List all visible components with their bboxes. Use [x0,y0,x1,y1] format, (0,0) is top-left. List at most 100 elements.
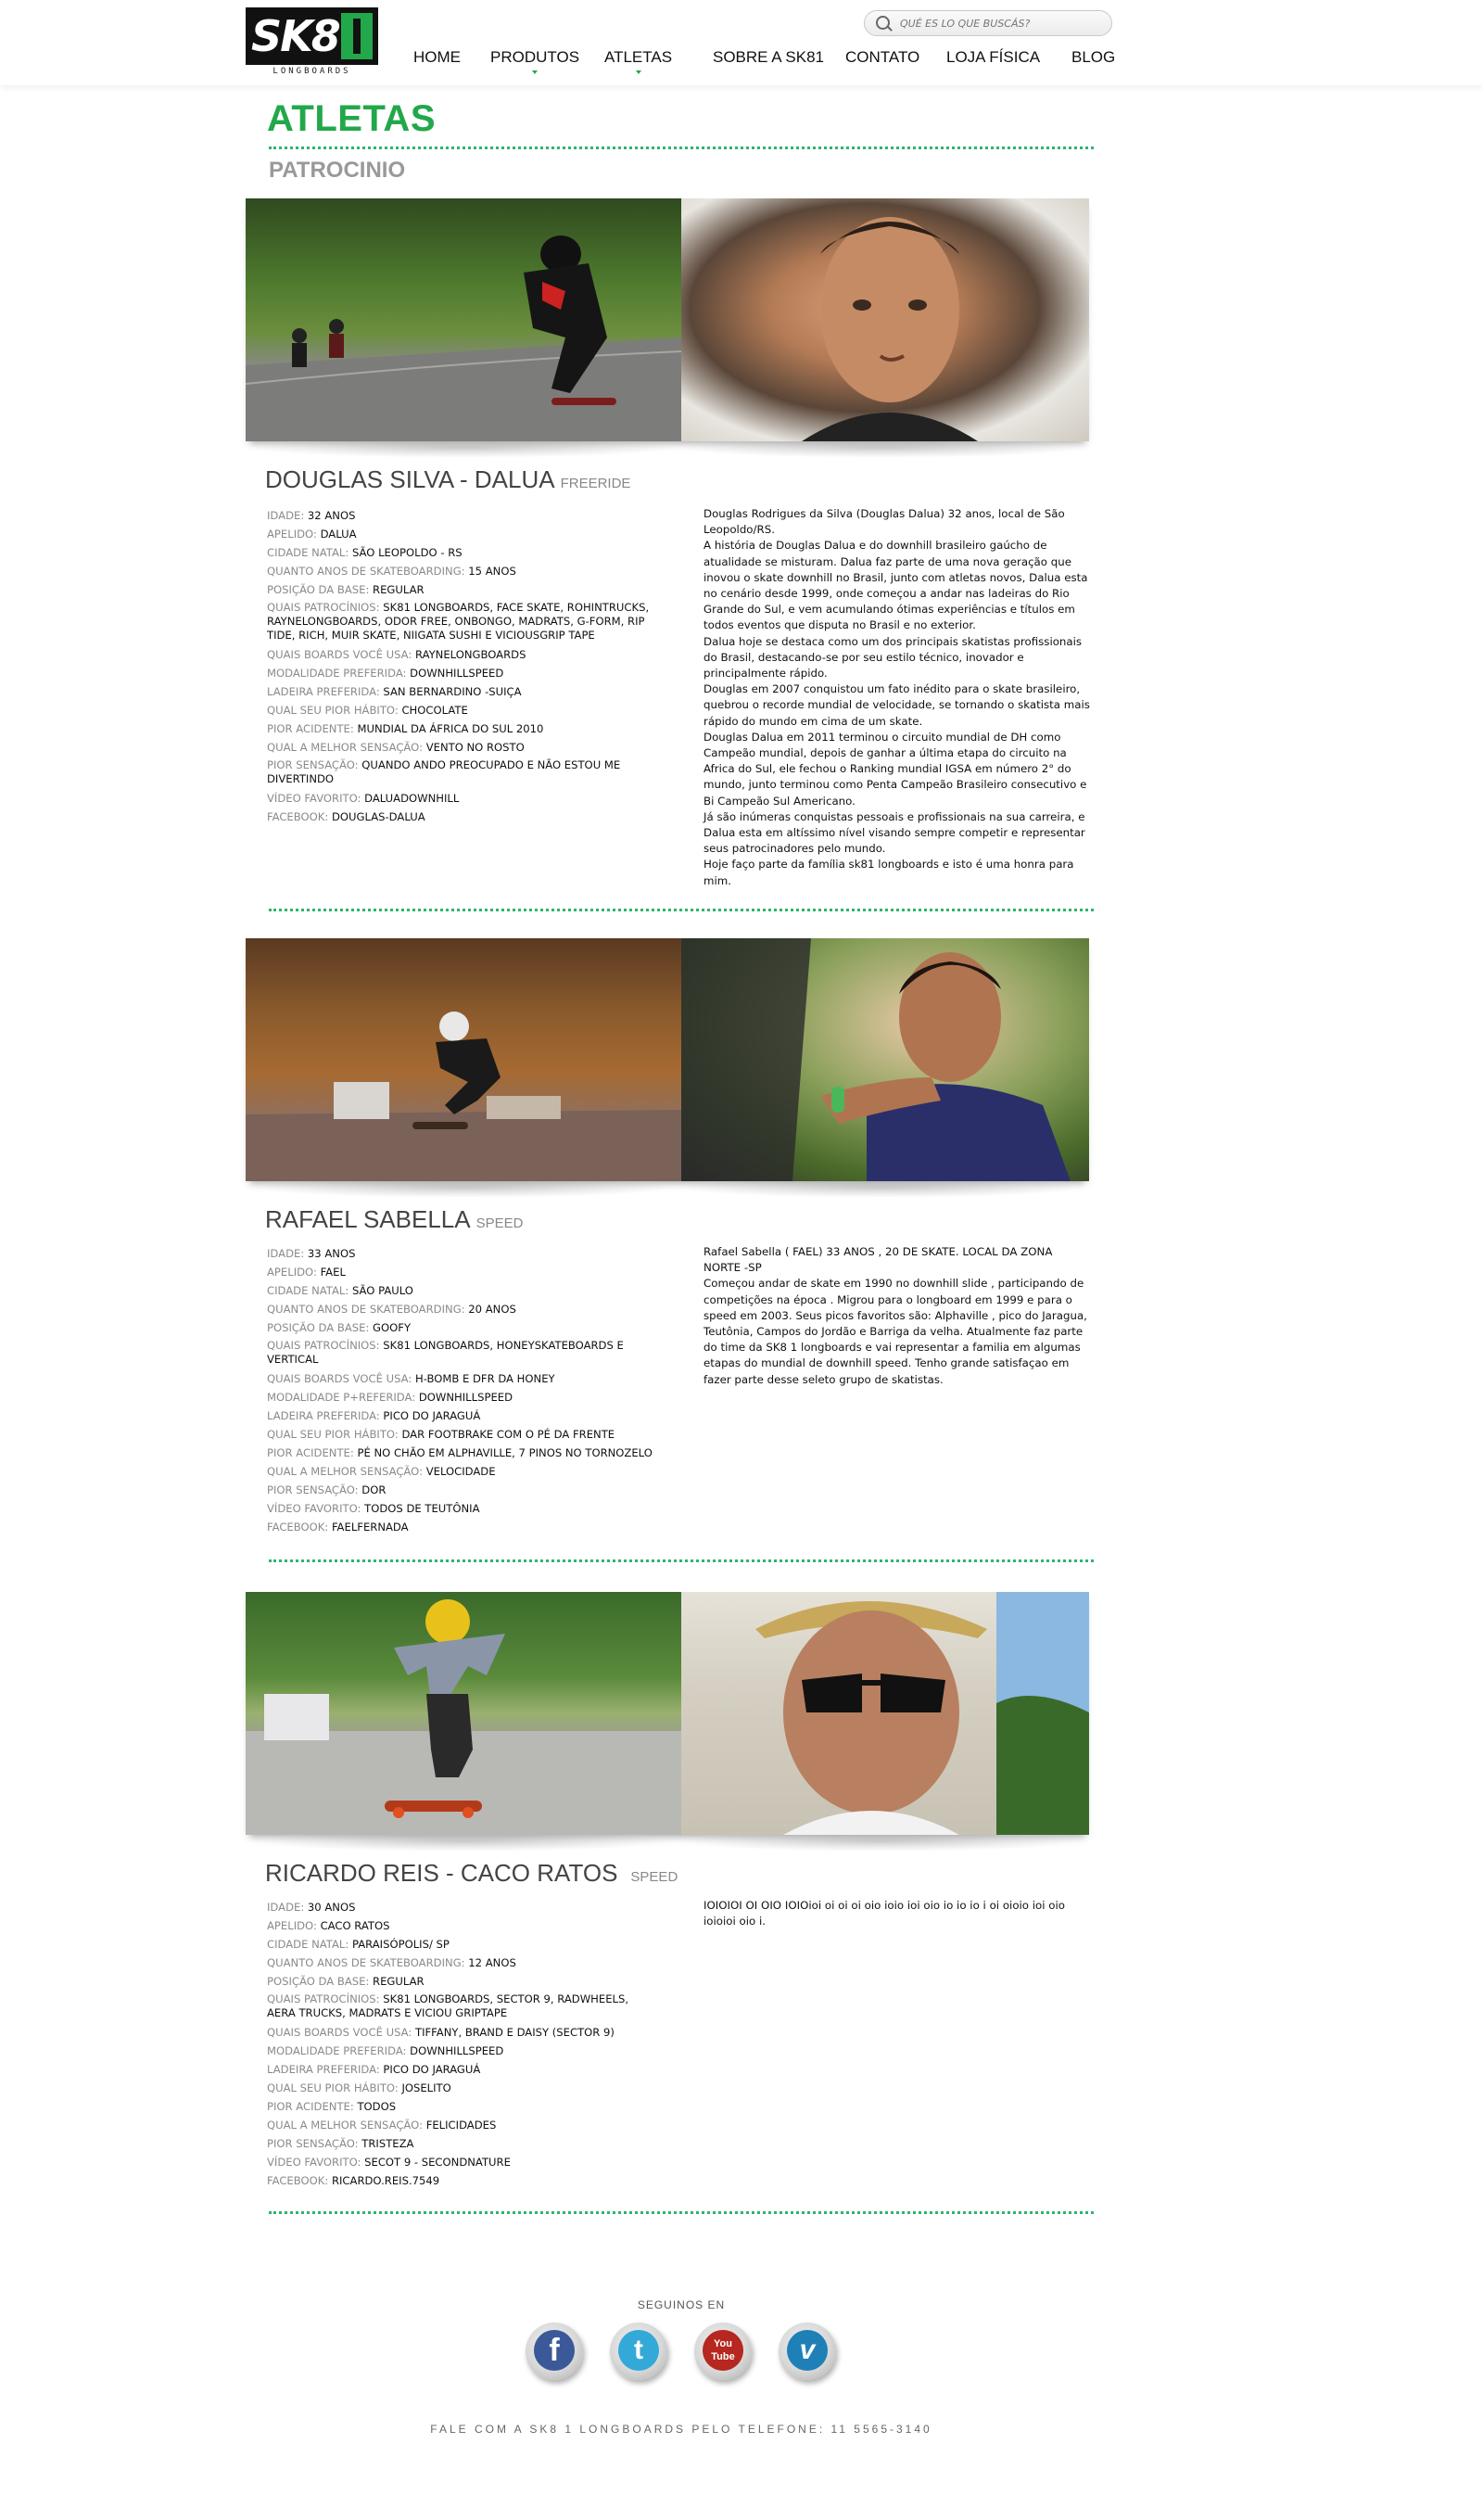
fact-row: QUAIS PATROCÍNIOS: SK81 LONGBOARDS, FACE… [267,601,656,643]
fact-value[interactable]: FAELFERNADA [332,1521,409,1534]
search-icon[interactable] [876,16,890,30]
fact-row: QUAL SEU PIOR HÁBITO: CHOCOLATE [267,701,656,719]
facebook-icon: f [534,2330,575,2371]
fact-label: QUAL SEU PIOR HÁBITO: [267,704,399,717]
fact-label: QUAIS PATROCÍNIOS: [267,601,380,614]
fact-value: REGULAR [373,583,425,596]
fact-value: PARAISÓPOLIS/ SP [351,1938,450,1951]
fact-value: DALUA [320,528,357,541]
fact-label: QUAIS PATROCÍNIOS: [267,1992,380,2005]
fact-value: MUNDIAL DA ÁFRICA DO SUL 2010 [357,722,544,735]
fact-row: PIOR ACIDENTE: PÉ NO CHÃO EM ALPHAVILLE,… [267,1444,656,1462]
portrait-photo [681,198,1089,441]
fact-value: DAR FOOTBRAKE COM O PÉ DA FRENTE [401,1428,615,1441]
nav-loja-fisica[interactable]: LOJA FÍSICA [946,48,1040,67]
athlete-bio: Rafael Sabella ( FAEL) 33 ANOS , 20 DE S… [703,1244,1091,1388]
athlete-facts: IDADE: 33 ANOS APELIDO: FAEL CIDADE NATA… [267,1244,656,1536]
nav-blog[interactable]: BLOG [1071,48,1115,67]
fact-label: MODALIDADE PREFERIDA: [267,667,407,680]
fact-row: POSIÇÃO DA BASE: GOOFY [267,1318,656,1337]
fact-label: IDADE: [267,1247,305,1260]
fact-label: QUAL A MELHOR SENSAÇÃO: [267,741,423,754]
fact-row: POSIÇÃO DA BASE: REGULAR [267,1972,656,1991]
athlete-bio: IOIOIOI OI OIO IOIOioi oi oi oi oio ioio… [703,1898,1091,1929]
athlete-photos [246,1592,1089,1835]
fact-value: TODOS [357,2100,397,2113]
fact-value: FELICIDADES [425,2119,497,2132]
fact-row: IDADE: 30 ANOS [267,1898,656,1916]
youtube-link[interactable]: You Tube [694,2323,752,2380]
fact-value: H-BOMB E DFR DA HONEY [414,1372,555,1385]
vimeo-link[interactable]: v [779,2323,836,2380]
fact-label: POSIÇÃO DA BASE: [267,1975,370,1988]
nav-home[interactable]: HOME [413,48,461,67]
dotted-divider [269,146,1094,149]
fact-value: JOSELITO [401,2081,451,2094]
dropdown-indicator-icon [635,70,641,74]
fact-label: QUAL SEU PIOR HÁBITO: [267,1428,399,1441]
fact-label: PIOR ACIDENTE: [267,722,354,735]
fact-label: QUAL A MELHOR SENSAÇÃO: [267,2119,423,2132]
search-box[interactable] [864,10,1112,36]
fact-label: QUAIS BOARDS VOCÊ USA: [267,2026,412,2039]
fact-label: FACEBOOK: [267,2174,329,2187]
nav-contato[interactable]: CONTATO [845,48,919,67]
athlete-name: RAFAEL SABELLA SPEED [265,1205,523,1234]
twitter-link[interactable]: t [610,2323,667,2380]
bio-paragraph: Hoje faço parte da família sk81 longboar… [703,858,1074,887]
fact-label: FACEBOOK: [267,810,329,823]
fact-label: MODALIDADE P+REFERIDA: [267,1391,416,1404]
fact-row: LADEIRA PREFERIDA: PICO DO JARAGUÁ [267,2060,656,2079]
search-input[interactable] [898,14,1106,32]
fact-value: FAEL [320,1266,346,1279]
fact-row: IDADE: 33 ANOS [267,1244,656,1263]
fact-label: PIOR ACIDENTE: [267,1446,354,1459]
page-title: ATLETAS [267,98,436,139]
nav-contato-label: CONTATO [845,48,920,66]
vimeo-icon: v [787,2330,828,2371]
twitter-icon: t [618,2330,659,2371]
bio-paragraph: Já são inúmeras conquistas pessoais e pr… [703,809,1085,856]
nav-produtos[interactable]: PRODUTOS [490,48,579,74]
fact-row: PIOR SENSAÇÃO: DOR [267,1481,656,1499]
facebook-link[interactable]: f [526,2323,583,2380]
fact-label: IDADE: [267,509,305,522]
fact-row: QUAL A MELHOR SENSAÇÃO: VENTO NO ROSTO [267,738,656,757]
fact-row: POSIÇÃO DA BASE: REGULAR [267,580,656,599]
fact-row: APELIDO: DALUA [267,525,656,543]
nav-atletas[interactable]: ATLETAS [604,48,672,74]
sk81-logo[interactable]: SK8 LONGBOARDS [246,7,378,77]
skater-riding-illustration [246,1012,681,1181]
fact-value: 33 ANOS [307,1247,356,1260]
nav-sobre[interactable]: SOBRE A SK81 [713,48,824,67]
fact-row: QUAIS BOARDS VOCÊ USA: RAYNELONGBOARDS [267,645,656,664]
skater-riding-illustration [246,1599,681,1835]
fact-row: QUAL A MELHOR SENSAÇÃO: VELOCIDADE [267,1462,656,1481]
fact-label: CIDADE NATAL: [267,1938,349,1951]
fact-label: LADEIRA PREFERIDA: [267,1409,380,1422]
fact-label: POSIÇÃO DA BASE: [267,583,370,596]
athlete-portrait-illustration [755,1592,1089,1835]
fact-value: RAYNELONGBOARDS [414,648,526,661]
nav-sobre-label: SOBRE A SK81 [713,48,825,66]
fact-value: 12 ANOS [468,1956,516,1969]
fact-value: CHOCOLATE [401,704,468,717]
athlete-bio: Douglas Rodrigues da Silva (Douglas Dalu… [703,506,1091,889]
fact-value: TRISTEZA [361,2137,414,2150]
fact-value[interactable]: RICARDO.REIS.7549 [332,2174,439,2187]
fact-value: SECOT 9 - SECONDNATURE [364,2156,511,2169]
bio-paragraph: Dalua hoje se destaca como um dos princi… [703,634,1083,681]
bio-paragraph: Douglas em 2007 conquistou um fato inédi… [703,682,1090,728]
fact-label: FACEBOOK: [267,1521,329,1534]
fact-value[interactable]: DOUGLAS-DALUA [332,810,425,823]
logo-subtitle: LONGBOARDS [273,67,351,76]
fact-row: QUANTO ANOS DE SKATEBOARDING: 20 ANOS [267,1300,656,1318]
fact-value: CACO RATOS [320,1919,390,1932]
logo-mark: SK8 [246,7,378,65]
fact-label: LADEIRA PREFERIDA: [267,2063,380,2076]
fact-value: GOOFY [373,1321,412,1334]
fact-label: PIOR ACIDENTE: [267,2100,354,2113]
fact-value: 30 ANOS [307,1901,356,1914]
nav-loja-label: LOJA FÍSICA [946,48,1041,66]
facebook-glyph: f [549,2333,560,2368]
